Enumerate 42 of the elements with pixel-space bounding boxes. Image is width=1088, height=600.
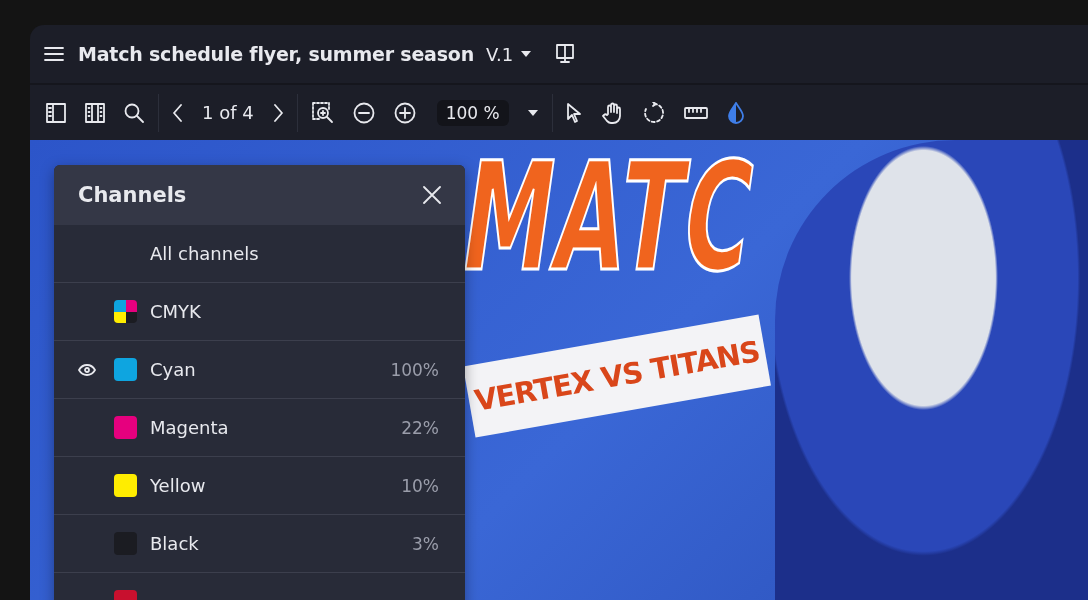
channel-percentage: 100% [390,359,439,380]
pointer-icon[interactable] [566,102,583,123]
channel-row[interactable]: Magenta 22% [54,399,465,457]
close-icon[interactable] [423,186,441,204]
pages-icon[interactable] [85,102,105,123]
sidebar-icon[interactable] [46,102,66,123]
version-dropdown[interactable]: V.1 [486,43,532,65]
next-page-icon[interactable] [272,103,283,122]
rotate-icon[interactable] [642,101,665,124]
ruler-icon[interactable] [683,105,708,120]
channel-percentage: 10% [401,475,439,496]
channel-row[interactable]: All channels [54,225,465,283]
zoom-area-icon[interactable] [311,101,334,124]
panel-title: Channels [78,183,187,207]
channel-percentage: 22% [401,417,439,438]
document-title: Match schedule flyer, summer season [78,43,474,65]
channel-name: All channels [150,243,260,264]
caret-icon[interactable] [527,109,538,116]
search-icon[interactable] [124,102,144,123]
page-indicator: 1 of 4 [202,102,254,123]
channel-name: Black [150,533,200,554]
channel-name: Magenta [150,417,230,438]
menu-icon[interactable] [44,47,64,61]
previous-page-icon[interactable] [173,103,183,122]
banner-text: VERTEX VS TITANS [472,334,762,418]
zoom-in-icon[interactable] [393,101,416,124]
zoom-out-icon[interactable] [352,101,375,124]
cmyk-swatch-icon [114,300,137,323]
channel-name: Yellow [150,475,207,496]
drop-icon[interactable] [726,101,745,124]
presentation-icon[interactable] [555,44,576,64]
channel-name: Cyan [150,359,197,380]
eye-icon[interactable] [78,363,96,376]
hand-icon[interactable] [601,101,624,124]
caret-icon [521,51,532,57]
channel-row[interactable]: CMYK [54,283,465,341]
channel-row[interactable]: Yellow 10% [54,457,465,515]
channel-percentage: 3% [412,533,439,554]
channel-row[interactable]: Black 3% [54,515,465,573]
zoom-field[interactable]: 100 % [436,99,509,126]
channel-name: CMYK [150,301,202,322]
channel-row[interactable]: Cyan 100% [54,341,465,399]
